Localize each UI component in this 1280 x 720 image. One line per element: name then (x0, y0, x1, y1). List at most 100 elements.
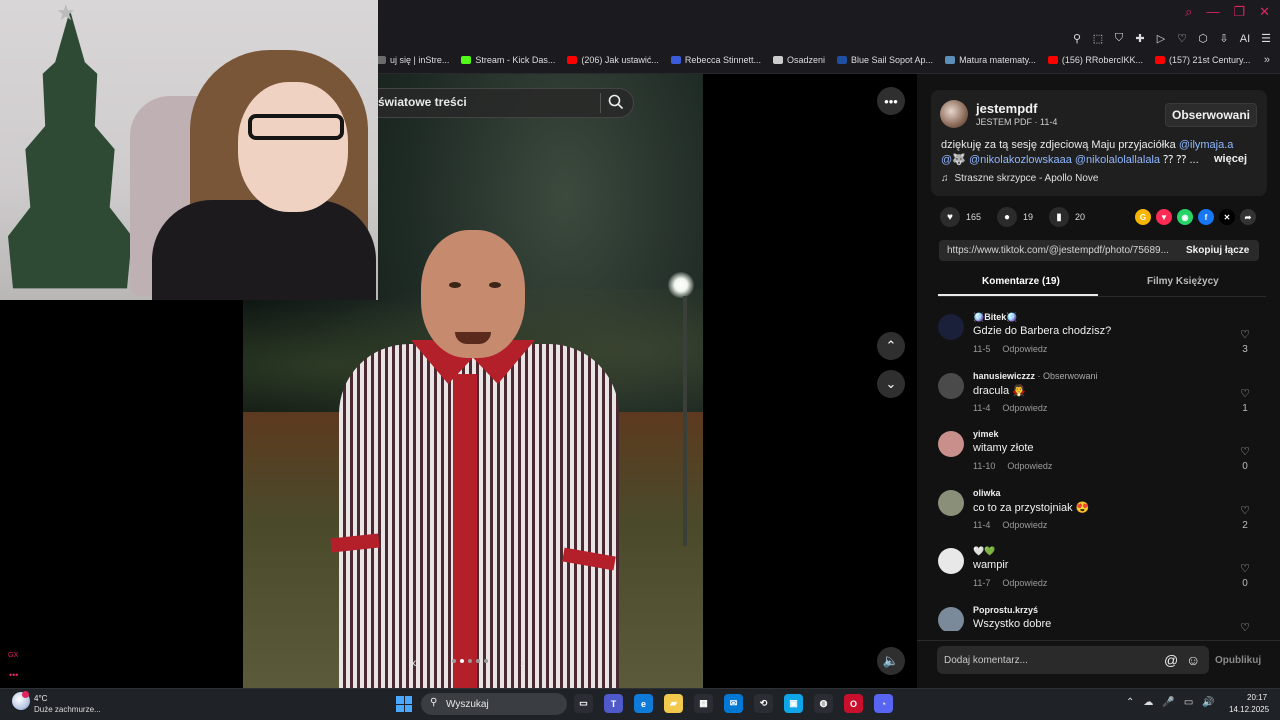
taskbar-app-icon[interactable]: ⟲ (754, 694, 773, 713)
pocket-share-icon[interactable]: ▼ (1156, 209, 1172, 225)
commenter-username[interactable]: oliwka (973, 488, 1001, 498)
copy-link-button[interactable]: Skopiuj łącze (1186, 245, 1249, 256)
photo-dot[interactable] (476, 659, 480, 663)
like-stat[interactable]: ♥ 165 (940, 207, 981, 227)
microphone-icon[interactable]: 🎤 (1162, 697, 1174, 708)
comment-like-icon[interactable]: ♡ (1238, 621, 1252, 631)
caption-more-button[interactable]: więcej (1214, 153, 1247, 165)
bookmark-item[interactable]: uj się | inStre... (376, 55, 449, 65)
photo-dot[interactable] (460, 659, 464, 663)
extension-icon-9[interactable]: ☰ (1260, 32, 1272, 45)
minimize-icon[interactable]: — (1206, 4, 1219, 20)
photo-pagination[interactable] (452, 659, 488, 663)
previous-post-button[interactable]: ⌃ (877, 332, 905, 360)
search-icon[interactable]: ⌕ (1185, 4, 1192, 20)
bookmark-item[interactable]: Stream - Kick Das... (461, 55, 555, 65)
extension-icon-0[interactable]: ⚲ (1071, 32, 1083, 45)
forward-share-icon[interactable]: ➦ (1240, 209, 1256, 225)
clock-date[interactable]: 14.12.2025 (1229, 705, 1269, 714)
author-avatar[interactable] (940, 100, 968, 128)
taskbar-search[interactable] (421, 693, 567, 715)
bookmark-item[interactable]: (206) Jak ustawić... (567, 55, 659, 65)
taskbar-app-icon[interactable]: ▰ (664, 694, 683, 713)
bookmark-item[interactable]: Rebecca Stinnett... (670, 55, 761, 65)
extension-icon-1[interactable]: ⬚ (1092, 32, 1104, 45)
commenter-username[interactable]: 🪩Bitek🪩 (973, 312, 1017, 322)
comment-stat[interactable]: ● 19 (997, 207, 1033, 227)
next-photo-button[interactable]: › (520, 654, 525, 670)
search-input-text[interactable]: światowe treści (378, 95, 467, 109)
bookmark-item[interactable]: Matura matematy... (945, 55, 1036, 65)
commenter-name[interactable]: Poprostu.krzyś (973, 605, 1038, 615)
extension-icon-7[interactable]: ⇩ (1218, 32, 1230, 45)
tab-creator-videos[interactable]: Filmy Księżycy (1147, 276, 1219, 287)
more-options-button[interactable]: ••• (877, 87, 905, 115)
google-share-icon[interactable]: G (1135, 209, 1151, 225)
close-icon[interactable]: ✕ (1259, 4, 1270, 20)
photo-dot[interactable] (468, 659, 472, 663)
photo-dot[interactable] (484, 659, 488, 663)
onedrive-icon[interactable]: ☁ (1143, 697, 1153, 708)
follow-button[interactable]: Obserwowani (1165, 103, 1257, 127)
reply-button[interactable]: Odpowiedz (1002, 403, 1047, 413)
weather-temperature[interactable]: 4°C (34, 694, 47, 703)
taskbar-app-icon[interactable]: O (844, 694, 863, 713)
mention-link[interactable]: @ilymaja.a (1179, 139, 1234, 151)
reply-button[interactable]: Odpowiedz (1002, 578, 1047, 588)
search-icon[interactable]: ⚲ (430, 697, 437, 708)
comment-like-icon[interactable]: ♡ (1238, 387, 1252, 400)
speaker-icon[interactable]: 🔊 (1202, 697, 1214, 708)
bookmark-item[interactable]: Blue Sail Sopot Ap... (837, 55, 933, 65)
comment-icon[interactable]: ● (997, 207, 1018, 227)
weather-description[interactable]: Duże zachmurze... (34, 705, 101, 714)
show-hidden-icon[interactable]: ⌃ (1126, 697, 1134, 708)
volume-icon[interactable]: 🔈 (877, 647, 905, 675)
extension-icon-8[interactable]: AI (1239, 33, 1251, 45)
bookmark-item[interactable]: (157) 21st Century... (1154, 55, 1250, 65)
music-title[interactable]: Straszne skrzypce - Apollo Nove (955, 173, 1099, 184)
publish-button[interactable]: Opublikuj (1215, 655, 1261, 666)
reply-button[interactable]: Odpowiedz (1007, 461, 1052, 471)
reply-button[interactable]: Odpowiedz (1002, 520, 1047, 530)
commenter-username[interactable]: Poprostu.krzyś (973, 605, 1038, 615)
taskbar-app-icon[interactable]: e (634, 694, 653, 713)
tab-comments[interactable]: Komentarze (19) (982, 276, 1060, 287)
restore-icon[interactable]: ❐ (1233, 4, 1245, 20)
bookmark-item[interactable]: Osadzeni (772, 55, 825, 65)
start-button[interactable] (396, 696, 412, 712)
commenter-username[interactable]: 🤍💚 (973, 546, 995, 556)
reply-button[interactable]: Odpowiedz (1002, 344, 1047, 354)
mention-icon[interactable]: @ (1164, 652, 1178, 668)
bookmark-item[interactable]: (156) RRobercIKK... (1047, 55, 1143, 65)
photo-dot[interactable] (452, 659, 456, 663)
commenter-avatar[interactable] (938, 372, 964, 399)
commenter-name[interactable]: 🤍💚 (973, 546, 995, 557)
comment-like-icon[interactable]: ♡ (1238, 504, 1252, 517)
commenter-name[interactable]: hanusiewiczzz · Obserwowani (973, 371, 1098, 381)
commenter-avatar[interactable] (938, 548, 964, 575)
music-row[interactable]: ♫ Straszne skrzypce - Apollo Nove (941, 173, 1098, 184)
commenter-avatar[interactable] (938, 489, 964, 516)
mention-link[interactable]: @🐺 (941, 154, 966, 166)
commenter-avatar[interactable] (938, 314, 964, 340)
commenter-username[interactable]: hanusiewiczzz (973, 371, 1035, 381)
bookmarks-more-button[interactable]: » (1264, 54, 1270, 66)
commenter-avatar[interactable] (938, 431, 964, 458)
commenter-name[interactable]: oliwka (973, 488, 1001, 498)
post-link[interactable]: https://www.tiktok.com/@jestempdf/photo/… (947, 245, 1169, 256)
facebook-share-icon[interactable]: f (1198, 209, 1214, 225)
bookmark-icon[interactable]: ▮ (1049, 207, 1070, 227)
extension-icon-3[interactable]: ✚ (1134, 32, 1146, 45)
taskbar-app-icon[interactable]: ▭ (574, 694, 593, 713)
display-icon[interactable]: ▭ (1184, 697, 1193, 708)
next-post-button[interactable]: ⌄ (877, 370, 905, 398)
emoji-icon[interactable]: ☺ (1186, 652, 1200, 668)
commenter-avatar[interactable] (938, 606, 964, 631)
extension-icon-2[interactable]: ⛉ (1113, 32, 1125, 45)
extension-icon-4[interactable]: ▷ (1155, 32, 1167, 45)
taskbar-app-icon[interactable]: ✉ (724, 694, 743, 713)
mention-link[interactable]: @nikolakozlowskaaa @nikolalolallalala (969, 154, 1160, 166)
author-name[interactable]: jestempdf (976, 101, 1037, 116)
save-stat[interactable]: ▮ 20 (1049, 207, 1085, 227)
extension-icon-6[interactable]: ⬡ (1197, 32, 1209, 45)
